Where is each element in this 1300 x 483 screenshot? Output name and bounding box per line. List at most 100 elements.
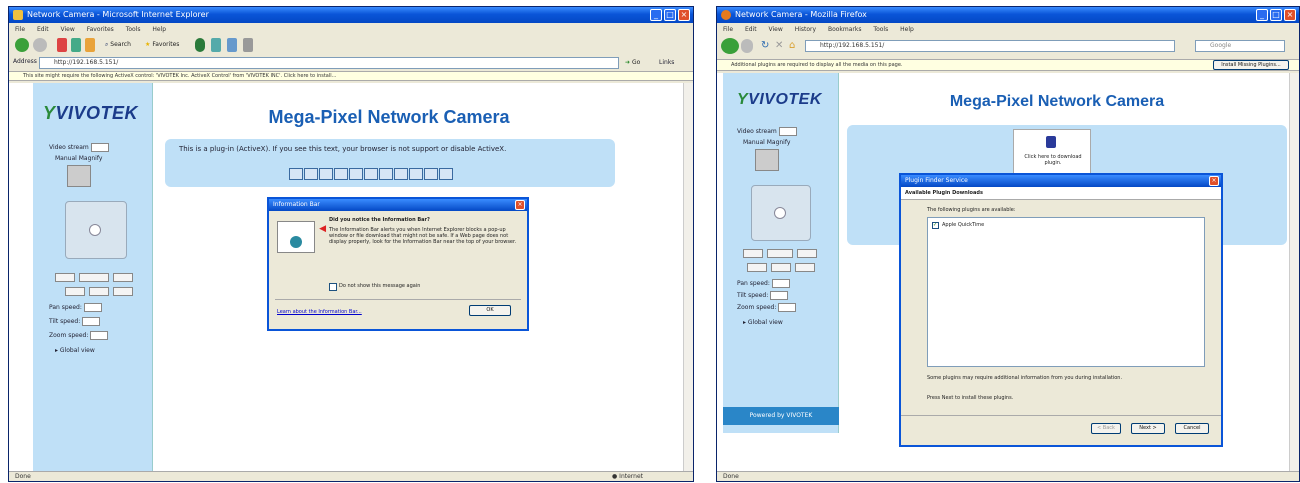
favorites-button[interactable]: ★ Favorites	[145, 38, 189, 52]
media-button[interactable]	[195, 38, 205, 52]
ptz-button-row2-2[interactable]	[89, 287, 109, 296]
ff-back-button[interactable]	[721, 38, 739, 54]
ff-minimize-button[interactable]: _	[1256, 9, 1268, 21]
mic-icon[interactable]	[409, 167, 423, 180]
ff-menu-help[interactable]: Help	[900, 26, 914, 33]
zoom-out-button[interactable]	[55, 273, 75, 282]
mail-button[interactable]	[227, 38, 237, 52]
global-view-label: Global view	[59, 347, 95, 354]
ff-focus-button[interactable]	[767, 249, 793, 258]
dialog-close-icon[interactable]: ×	[515, 200, 525, 210]
magnify-box-1[interactable]	[67, 165, 91, 187]
ff-app-icon	[721, 10, 731, 20]
settings-icon[interactable]	[439, 167, 453, 180]
download-plugin-text: Click here to download plugin.	[1024, 154, 1082, 166]
pf-close-icon[interactable]: ×	[1209, 176, 1219, 186]
pf-plugin-checkbox[interactable]: ✓	[932, 222, 939, 229]
dont-show-label[interactable]: Do not show this message again	[339, 283, 420, 289]
menu-view[interactable]: View	[61, 26, 75, 33]
search-button[interactable]: ⌕ Search	[105, 38, 141, 52]
close-button[interactable]: ×	[678, 9, 690, 21]
video-stream-select[interactable]	[90, 143, 109, 152]
menu-help[interactable]: Help	[152, 26, 166, 33]
ff-magnify-box[interactable]	[755, 149, 779, 171]
ff-reload-icon[interactable]: ↻	[761, 40, 769, 51]
ff-menu-file[interactable]: File	[723, 26, 733, 33]
ff-video-stream-select[interactable]	[778, 127, 797, 136]
menu-file[interactable]: File	[15, 26, 25, 33]
pf-note: Some plugins may require additional info…	[927, 375, 1123, 381]
talk-icon[interactable]	[394, 167, 408, 180]
global-view-toggle[interactable]: ▸ Global view	[55, 347, 95, 354]
manual-magnify-label[interactable]: Manual Magnify	[55, 155, 102, 162]
zoom-speed-select[interactable]	[90, 331, 109, 340]
refresh-button[interactable]	[71, 38, 81, 52]
menu-tools[interactable]: Tools	[126, 26, 141, 33]
ff-menu-bookmarks[interactable]: Bookmarks	[828, 26, 862, 33]
go-button[interactable]: ➜ Go	[625, 57, 653, 69]
download-plugin-box[interactable]: Click here to download plugin.	[1013, 129, 1091, 175]
ff-zoom-in-button[interactable]	[797, 249, 817, 258]
minimize-button[interactable]: _	[650, 9, 662, 21]
ok-button[interactable]: OK	[469, 305, 511, 316]
ff-tilt-speed-select[interactable]	[770, 291, 789, 300]
ff-home-icon[interactable]: ⌂	[789, 40, 795, 51]
back-button[interactable]	[15, 38, 29, 52]
ff-manual-magnify-label[interactable]: Manual Magnify	[743, 139, 790, 146]
ff-pan-speed-select[interactable]	[771, 279, 790, 288]
install-missing-plugins-button[interactable]: Install Missing Plugins...	[1213, 60, 1289, 70]
ff-address-bar[interactable]: http://192.168.5.151/	[805, 40, 1175, 52]
ff-menu-history[interactable]: History	[795, 26, 816, 33]
ff-video-stream-row: Video stream	[737, 127, 797, 136]
cancel-button[interactable]: Cancel	[1175, 423, 1209, 434]
pan-speed-select[interactable]	[83, 303, 102, 312]
dont-show-checkbox[interactable]	[329, 283, 337, 291]
mute-icon[interactable]	[379, 167, 393, 180]
ff-zoom-out-button[interactable]	[743, 249, 763, 258]
infobar-text: This site might require the following Ac…	[23, 73, 337, 79]
ff-global-view-toggle[interactable]: ▸ Global view	[743, 319, 783, 326]
zoom-in-button[interactable]	[113, 273, 133, 282]
ff-ptz-button-row2-1[interactable]	[747, 263, 767, 272]
menu-favorites[interactable]: Favorites	[87, 26, 114, 33]
address-bar[interactable]: http://192.168.5.151/	[39, 57, 619, 69]
next-button[interactable]: Next >	[1131, 423, 1165, 434]
pf-plugin-list[interactable]: ✓ Apple QuickTime	[927, 217, 1205, 367]
ptz-button-row2-3[interactable]	[113, 287, 133, 296]
stop-icon[interactable]	[334, 167, 348, 180]
fullscreen-icon[interactable]	[424, 167, 438, 180]
ff-stop-icon[interactable]: ✕	[775, 40, 783, 51]
ff-menu-tools[interactable]: Tools	[873, 26, 888, 33]
ff-menu-view[interactable]: View	[769, 26, 783, 33]
information-bar[interactable]: This site might require the following Ac…	[9, 71, 693, 81]
ptz-button-row2-1[interactable]	[65, 287, 85, 296]
focus-button[interactable]	[79, 273, 109, 282]
ff-ptz-button-row2-2[interactable]	[771, 263, 791, 272]
volume-icon[interactable]	[364, 167, 378, 180]
ff-vertical-scrollbar[interactable]	[1289, 73, 1299, 471]
menu-edit[interactable]: Edit	[37, 26, 49, 33]
ptz-home-icon[interactable]	[89, 224, 101, 236]
ff-maximize-button[interactable]: □	[1270, 9, 1282, 21]
pause-icon[interactable]	[319, 167, 333, 180]
ff-menu-edit[interactable]: Edit	[745, 26, 757, 33]
history-button[interactable]	[211, 38, 221, 52]
record-icon[interactable]	[349, 167, 363, 180]
home-button[interactable]	[85, 38, 95, 52]
print-button[interactable]	[243, 38, 253, 52]
ff-ptz-button-row2-3[interactable]	[795, 263, 815, 272]
maximize-button[interactable]: □	[664, 9, 676, 21]
ff-ptz-home-icon[interactable]	[774, 207, 786, 219]
ff-zoom-speed-select[interactable]	[778, 303, 797, 312]
ff-close-button[interactable]: ×	[1284, 9, 1296, 21]
stop-button[interactable]	[57, 38, 67, 52]
forward-button[interactable]	[33, 38, 47, 52]
digital-zoom-icon[interactable]	[304, 167, 318, 180]
ff-search-box[interactable]: Google	[1195, 40, 1285, 52]
ff-forward-button[interactable]	[741, 39, 753, 53]
links-label[interactable]: Links	[659, 59, 674, 66]
snapshot-icon[interactable]	[289, 167, 303, 180]
learn-more-link[interactable]: Learn about the Information Bar...	[277, 309, 362, 315]
tilt-speed-select[interactable]	[82, 317, 101, 326]
ie-vertical-scrollbar[interactable]	[683, 83, 693, 471]
